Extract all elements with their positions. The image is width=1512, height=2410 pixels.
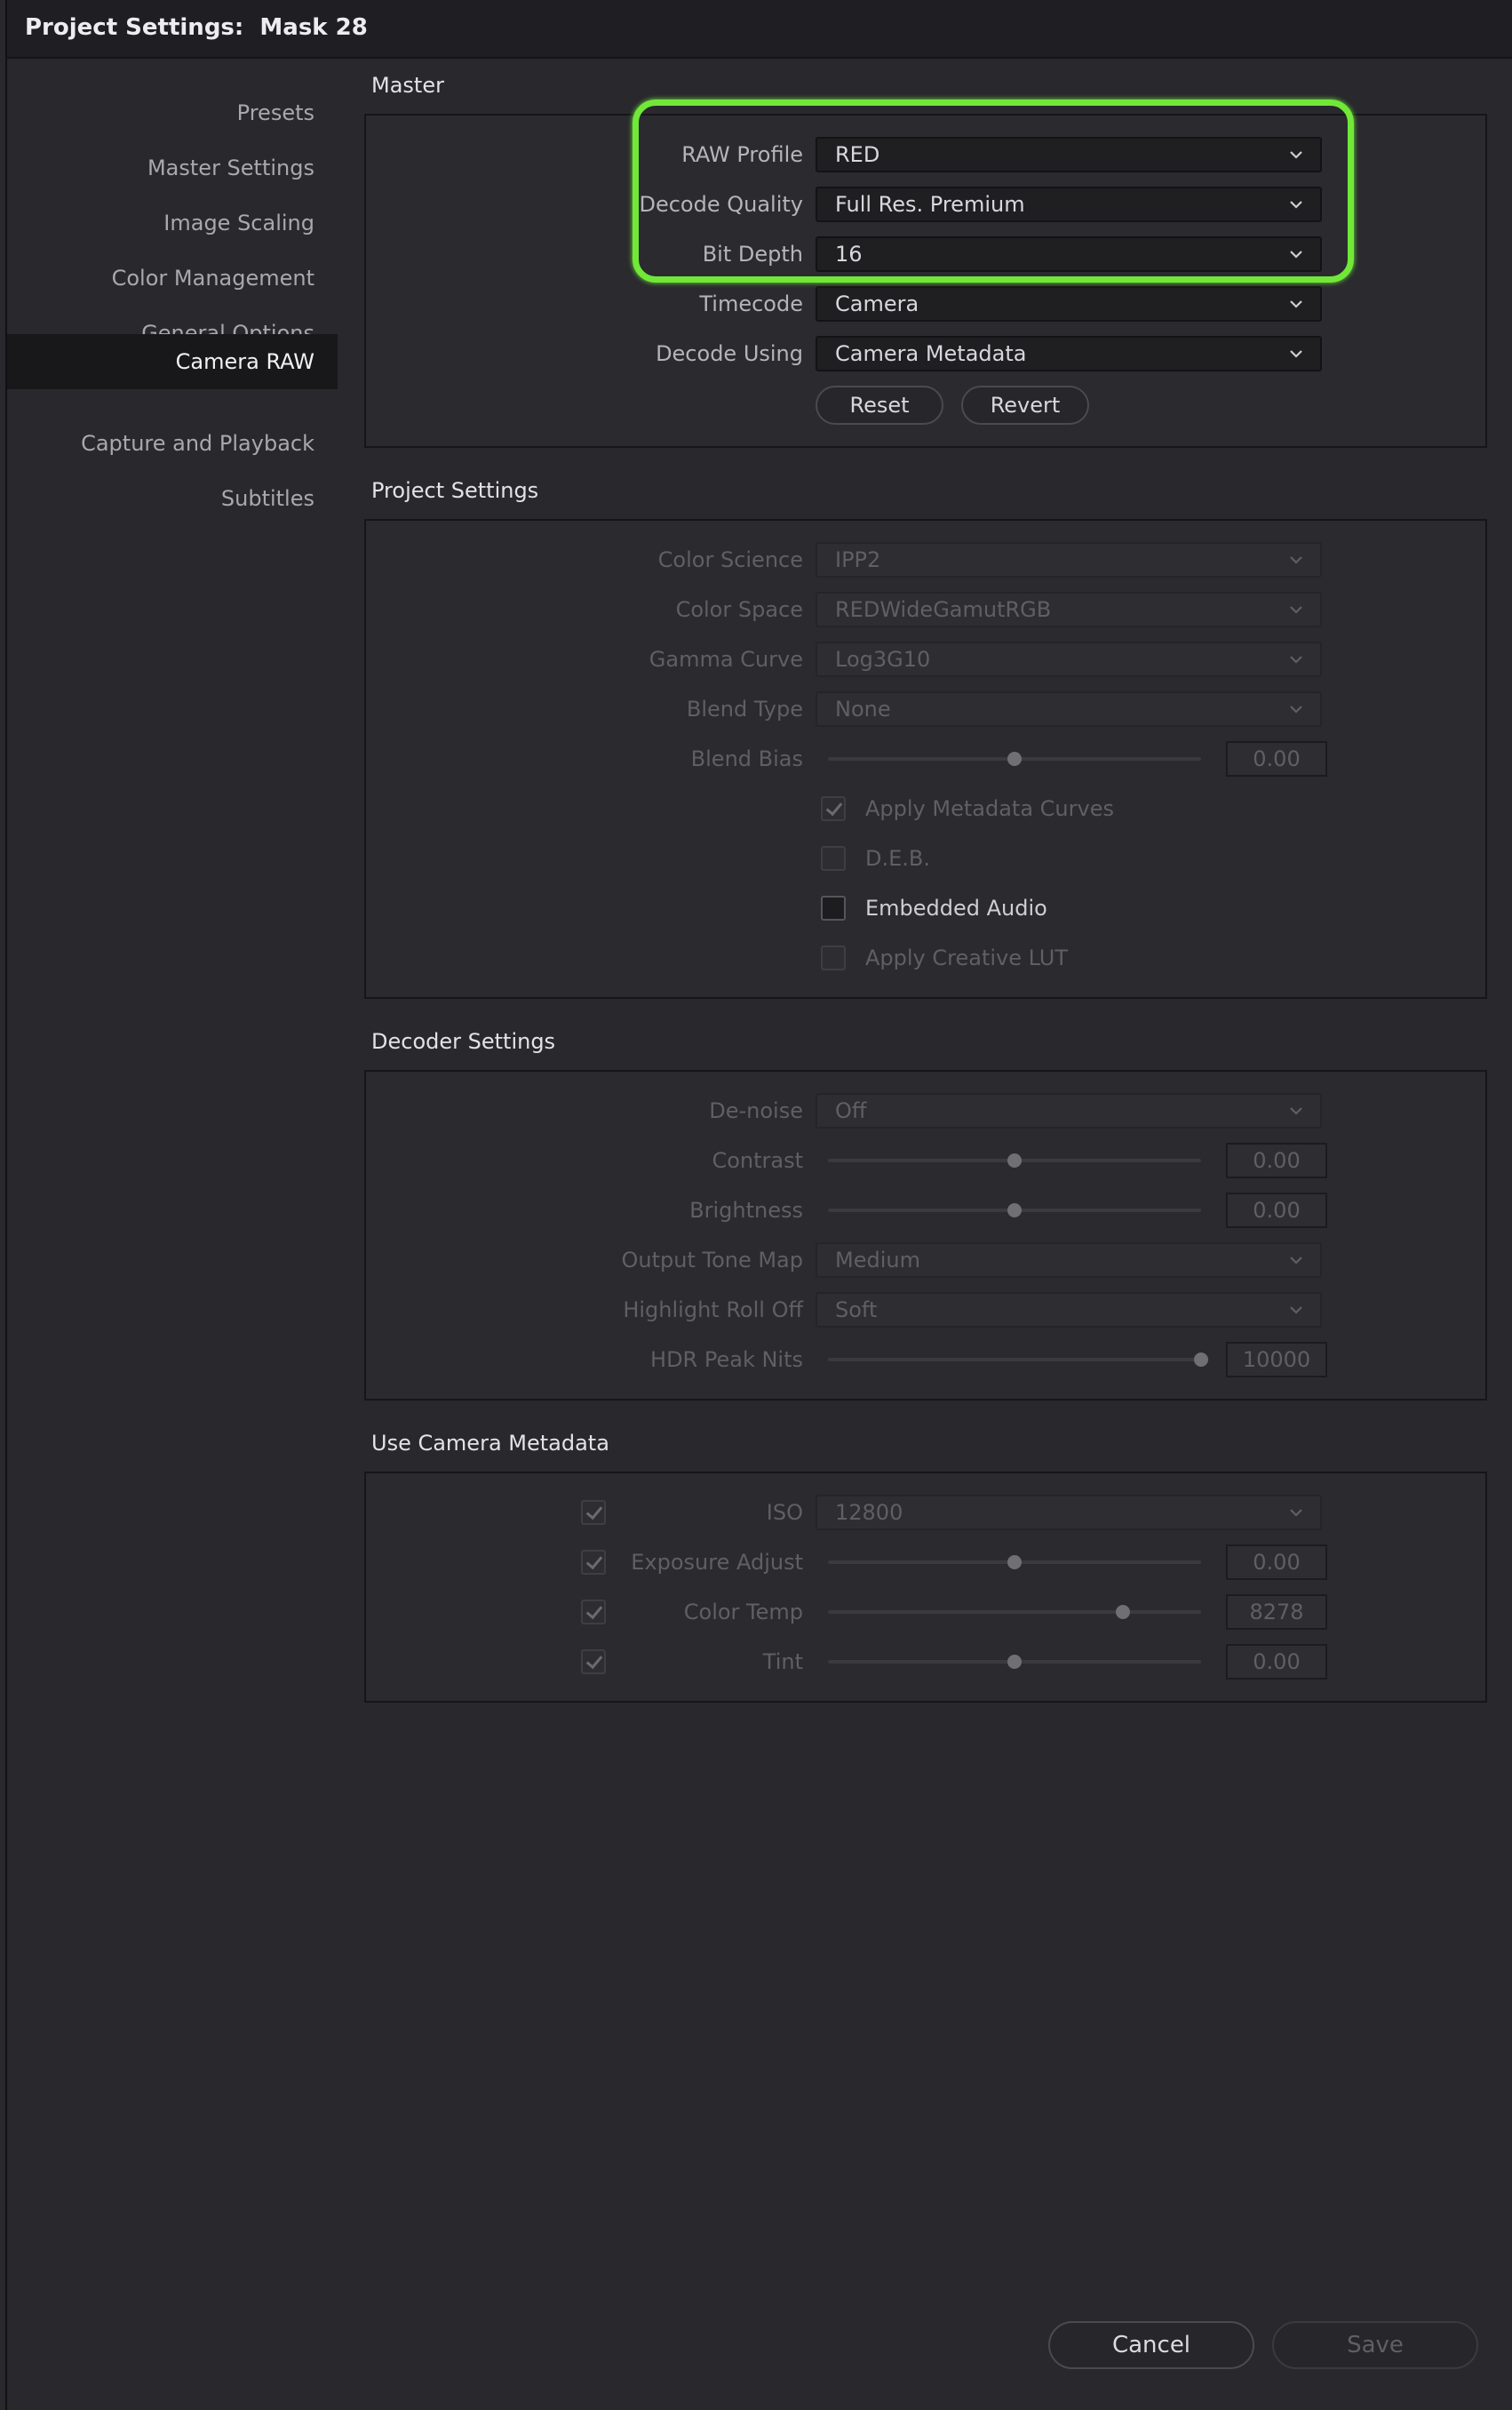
exposure-adjust-label: Exposure Adjust	[631, 1550, 803, 1575]
chevron-down-icon	[1290, 706, 1302, 714]
brightness-slider[interactable]	[828, 1193, 1201, 1228]
project-settings-section-title: Project Settings	[371, 478, 539, 503]
chevron-down-icon	[1290, 1509, 1302, 1517]
master-section-title: Master	[371, 73, 444, 98]
apply-metadata-curves-checkbox[interactable]	[821, 796, 846, 821]
highlight-roll-off-label: Highlight Roll Off	[623, 1297, 803, 1322]
exposure-adjust-value[interactable]: 0.00	[1226, 1544, 1327, 1580]
timecode-dropdown[interactable]: Camera	[816, 286, 1322, 322]
color-space-label: Color Space	[675, 597, 803, 622]
annotation-highlight-box	[633, 100, 1354, 283]
decode-using-value: Camera Metadata	[835, 341, 1027, 366]
timecode-value: Camera	[835, 291, 919, 316]
chevron-down-icon	[1290, 556, 1302, 564]
apply-creative-lut-checkbox[interactable]	[821, 946, 846, 970]
title-bar: Project Settings: Mask 28	[7, 0, 1512, 59]
output-tone-map-dropdown[interactable]: Medium	[816, 1242, 1322, 1278]
contrast-slider[interactable]	[828, 1143, 1201, 1178]
window-title: Project Settings: Mask 28	[25, 14, 368, 41]
reset-button[interactable]: Reset	[816, 386, 943, 425]
timecode-label: Timecode	[699, 291, 803, 316]
tint-slider[interactable]	[828, 1644, 1201, 1680]
blend-bias-value[interactable]: 0.00	[1226, 741, 1327, 777]
revert-button[interactable]: Revert	[961, 386, 1089, 425]
sidebar-item-capture-and-playback[interactable]: Capture and Playback	[7, 416, 338, 471]
chevron-down-icon	[1290, 606, 1302, 614]
exposure-adjust-slider[interactable]	[828, 1544, 1201, 1580]
color-temp-label: Color Temp	[683, 1600, 803, 1624]
gamma-curve-dropdown[interactable]: Log3G10	[816, 642, 1322, 677]
output-tone-map-label: Output Tone Map	[621, 1248, 803, 1273]
slider-handle[interactable]	[1194, 1353, 1208, 1367]
blend-bias-slider[interactable]	[828, 741, 1201, 777]
deb-checkbox[interactable]	[821, 846, 846, 871]
slider-handle[interactable]	[1007, 1203, 1022, 1217]
color-space-dropdown[interactable]: REDWideGamutRGB	[816, 592, 1322, 627]
decode-using-dropdown[interactable]: Camera Metadata	[816, 336, 1322, 371]
hdr-peak-nits-value[interactable]: 10000	[1226, 1342, 1327, 1377]
blend-type-value: None	[835, 697, 891, 722]
apply-metadata-curves-label: Apply Metadata Curves	[865, 796, 1114, 821]
highlight-roll-off-value: Soft	[835, 1297, 878, 1322]
sidebar-item-image-scaling[interactable]: Image Scaling	[7, 196, 338, 251]
sidebar-item-subtitles[interactable]: Subtitles	[7, 471, 338, 526]
hdr-peak-nits-slider[interactable]	[828, 1342, 1208, 1377]
chevron-down-icon	[1290, 1306, 1302, 1314]
highlight-roll-off-dropdown[interactable]: Soft	[816, 1292, 1322, 1328]
deb-label: D.E.B.	[865, 846, 930, 871]
chevron-down-icon	[1290, 350, 1302, 358]
camera-metadata-section-title: Use Camera Metadata	[371, 1431, 609, 1456]
gamma-curve-label: Gamma Curve	[649, 647, 803, 672]
iso-dropdown[interactable]: 12800	[816, 1495, 1322, 1530]
color-science-dropdown[interactable]: IPP2	[816, 542, 1322, 578]
slider-handle[interactable]	[1007, 1655, 1022, 1669]
embedded-audio-checkbox[interactable]	[821, 896, 846, 921]
color-temp-slider[interactable]	[828, 1594, 1201, 1630]
brightness-label: Brightness	[689, 1198, 803, 1223]
contrast-value[interactable]: 0.00	[1226, 1143, 1327, 1178]
output-tone-map-value: Medium	[835, 1248, 920, 1273]
color-science-value: IPP2	[835, 547, 881, 572]
slider-track	[828, 1610, 1201, 1614]
decode-using-label: Decode Using	[656, 341, 803, 366]
chevron-down-icon	[1290, 1107, 1302, 1115]
hdr-peak-nits-label: HDR Peak Nits	[650, 1347, 803, 1372]
sidebar-item-camera-raw[interactable]: Camera RAW	[7, 334, 338, 389]
chevron-down-icon	[1290, 1257, 1302, 1265]
slider-handle[interactable]	[1007, 1153, 1022, 1168]
blend-type-dropdown[interactable]: None	[816, 691, 1322, 727]
blend-type-label: Blend Type	[686, 697, 803, 722]
embedded-audio-label: Embedded Audio	[865, 896, 1047, 921]
iso-label: ISO	[766, 1500, 803, 1525]
slider-handle[interactable]	[1115, 1605, 1130, 1619]
tint-value[interactable]: 0.00	[1226, 1644, 1327, 1680]
tint-label: Tint	[762, 1649, 803, 1674]
sidebar-item-master-settings[interactable]: Master Settings	[7, 140, 338, 196]
chevron-down-icon	[1290, 656, 1302, 664]
apply-creative-lut-label: Apply Creative LUT	[865, 946, 1069, 970]
chevron-down-icon	[1290, 300, 1302, 308]
project-settings-window: Project Settings: Mask 28 Presets Master…	[5, 0, 1512, 2410]
denoise-label: De-noise	[709, 1098, 803, 1123]
color-temp-value[interactable]: 8278	[1226, 1594, 1327, 1630]
color-science-label: Color Science	[657, 547, 803, 572]
sidebar-item-presets[interactable]: Presets	[7, 85, 338, 140]
color-space-value: REDWideGamutRGB	[835, 597, 1052, 622]
decoder-settings-section-title: Decoder Settings	[371, 1029, 556, 1054]
slider-handle[interactable]	[1007, 752, 1022, 766]
sidebar-item-color-management[interactable]: Color Management	[7, 251, 338, 306]
denoise-dropdown[interactable]: Off	[816, 1093, 1322, 1129]
sidebar: Presets Master Settings Image Scaling Co…	[7, 59, 338, 2410]
contrast-label: Contrast	[712, 1148, 803, 1173]
gamma-curve-value: Log3G10	[835, 647, 931, 672]
denoise-value: Off	[835, 1098, 867, 1123]
iso-value: 12800	[835, 1500, 903, 1525]
slider-handle[interactable]	[1007, 1555, 1022, 1569]
slider-track	[828, 1358, 1201, 1361]
cancel-button[interactable]: Cancel	[1048, 2321, 1254, 2369]
save-button[interactable]: Save	[1272, 2321, 1478, 2369]
brightness-value[interactable]: 0.00	[1226, 1193, 1327, 1228]
blend-bias-label: Blend Bias	[690, 746, 803, 771]
